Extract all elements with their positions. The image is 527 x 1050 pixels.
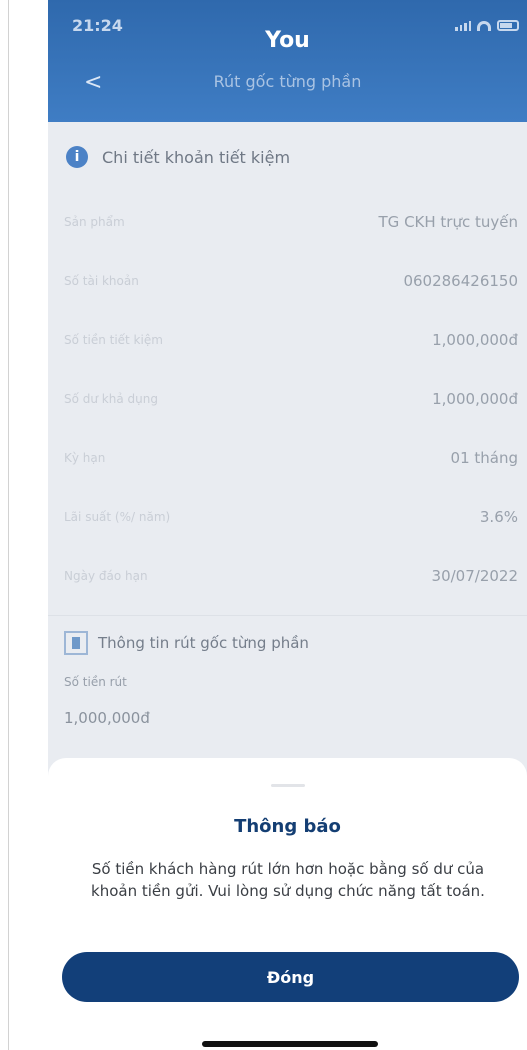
- withdrawal-info-title: Thông tin rút gốc từng phần: [98, 633, 309, 652]
- detail-row-savings-amount: Số tiền tiết kiệm 1,000,000đ: [48, 310, 527, 369]
- detail-label: Kỳ hạn: [64, 450, 106, 465]
- detail-label: Ngày đáo hạn: [64, 568, 148, 583]
- info-icon: i: [66, 146, 88, 168]
- notification-bottom-sheet: Thông báo Số tiền khách hàng rút lớn hơn…: [48, 758, 527, 1050]
- detail-value: 060286426150: [403, 271, 518, 290]
- main-content: i Chi tiết khoản tiết kiệm Sản phẩm TG C…: [48, 122, 527, 727]
- detail-row-maturity-date: Ngày đáo hạn 30/07/2022: [48, 546, 527, 605]
- detail-row-term: Kỳ hạn 01 tháng: [48, 428, 527, 487]
- dialog-message: Số tiền khách hàng rút lớn hơn hoặc bằng…: [91, 860, 485, 900]
- detail-value: 30/07/2022: [431, 566, 518, 585]
- home-indicator: [202, 1041, 378, 1047]
- dialog-title: Thông báo: [234, 816, 341, 837]
- detail-row-interest-rate: Lãi suất (%/ năm) 3.6%: [48, 487, 527, 546]
- detail-label: Sản phẩm: [64, 214, 125, 229]
- detail-value: 01 tháng: [450, 448, 518, 467]
- withdrawal-info-heading: Thông tin rút gốc từng phần: [48, 615, 527, 669]
- detail-row-account-number: Số tài khoản 060286426150: [48, 251, 527, 310]
- detail-row-product: Sản phẩm TG CKH trực tuyến: [48, 192, 527, 251]
- detail-label: Số dư khả dụng: [64, 391, 158, 406]
- app-brand: You: [265, 28, 310, 53]
- page-title: Rút gốc từng phần: [213, 72, 362, 91]
- detail-value: 1,000,000đ: [432, 330, 518, 349]
- withdraw-amount-input[interactable]: 1,000,000đ: [48, 689, 527, 727]
- page-left-border: [8, 0, 9, 1050]
- sheet-drag-handle[interactable]: [271, 784, 305, 787]
- savings-details-heading: i Chi tiết khoản tiết kiệm: [48, 122, 527, 192]
- withdraw-amount-label: Số tiền rút: [64, 675, 127, 689]
- detail-label: Số tài khoản: [64, 273, 139, 288]
- detail-value: TG CKH trực tuyến: [378, 212, 518, 231]
- detail-label: Số tiền tiết kiệm: [64, 332, 163, 347]
- detail-value: 1,000,000đ: [432, 389, 518, 408]
- app-header: 21:24 You < Rút gốc từng phần: [48, 0, 527, 122]
- detail-label: Lãi suất (%/ năm): [64, 509, 171, 524]
- withdraw-icon: [64, 630, 88, 655]
- phone-screen: 21:24 You < Rút gốc từng phần i Chi tiết…: [48, 0, 527, 1050]
- detail-value: 3.6%: [479, 507, 518, 526]
- detail-row-available-balance: Số dư khả dụng 1,000,000đ: [48, 369, 527, 428]
- savings-details-title: Chi tiết khoản tiết kiệm: [102, 147, 291, 167]
- close-button[interactable]: Đóng: [62, 952, 519, 1002]
